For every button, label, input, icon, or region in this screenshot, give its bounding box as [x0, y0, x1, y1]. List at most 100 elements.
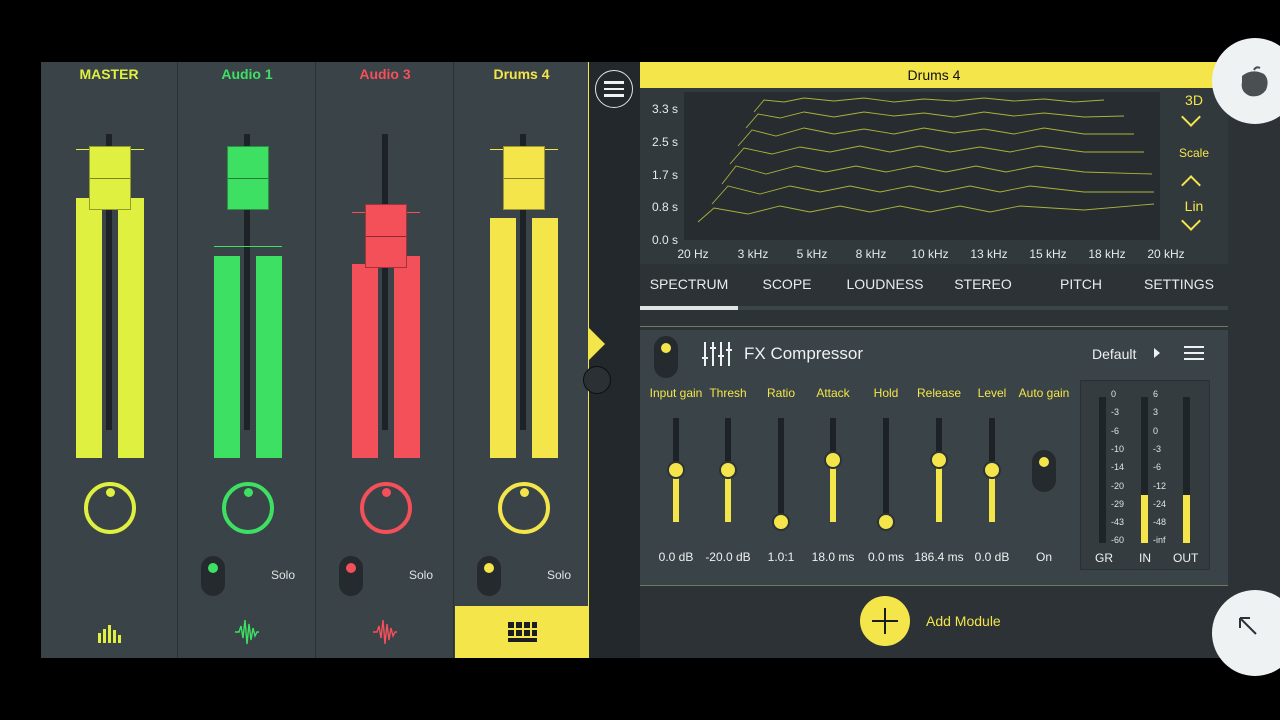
volume-fader[interactable]: [365, 204, 407, 268]
param-slider[interactable]: [667, 418, 685, 522]
param-label: Level: [977, 386, 1007, 400]
io-scale-tick: 6: [1153, 389, 1159, 399]
param-slider-knob[interactable]: [772, 513, 790, 531]
param-slider-knob[interactable]: [824, 450, 842, 469]
param-label: Ratio: [766, 386, 796, 400]
param-label: Release: [916, 386, 962, 400]
x-axis-label: 18 kHz: [1088, 247, 1126, 261]
pan-knob[interactable]: [84, 482, 136, 534]
strip-name: Audio 3: [359, 66, 411, 82]
io-scale-tick: -inf: [1153, 535, 1166, 546]
chevron-down-icon[interactable]: [1181, 107, 1201, 127]
pan-knob[interactable]: [222, 482, 274, 534]
tab-loudness[interactable]: LOUDNESS: [836, 266, 934, 306]
volume-fader[interactable]: [89, 146, 131, 210]
auto-gain-toggle[interactable]: [1032, 450, 1056, 492]
x-axis-label: 3 kHz: [737, 247, 769, 261]
strip-name: Audio 1: [221, 66, 273, 82]
param-value: 0.0 ms: [867, 550, 905, 564]
io-scale-tick: -48: [1153, 517, 1167, 528]
y-axis-label: 3.3 s: [652, 102, 679, 116]
scale-label: Scale: [1178, 146, 1210, 160]
param-slider[interactable]: [772, 418, 790, 531]
io-scale-tick: 0: [1153, 425, 1159, 436]
tab-spectrum[interactable]: SPECTRUM: [640, 266, 738, 306]
module-menu-button[interactable]: [1184, 346, 1204, 360]
param-value: 0.0 dB: [658, 550, 694, 564]
in-label: IN: [1139, 551, 1151, 565]
level-meter-left: [490, 218, 516, 458]
auto-gain-label: Auto gain: [1018, 386, 1070, 400]
volume-fader[interactable]: [503, 146, 545, 210]
waterfall-lines: [697, 97, 1155, 223]
volume-fader[interactable]: [227, 146, 269, 210]
mixer-panel: MASTER Audio 1 Solo Audio 3 Solo Drums 4…: [41, 62, 588, 658]
preset-selector[interactable]: Default: [1092, 346, 1136, 362]
plus-icon[interactable]: [860, 596, 910, 646]
io-scale-tick: -24: [1153, 498, 1167, 509]
param-slider-knob[interactable]: [877, 513, 895, 531]
strip-type-button[interactable]: [455, 606, 588, 658]
fader-track[interactable]: [382, 134, 388, 430]
param-slider[interactable]: [824, 418, 842, 522]
solo-label: Solo: [271, 568, 296, 582]
main-menu-button[interactable]: [595, 70, 633, 108]
gr-meter: [1099, 397, 1106, 543]
param-label: Input gain: [649, 386, 703, 400]
gr-scale-tick: -3: [1111, 407, 1120, 418]
effects-panel: Drums 4 3.3 s 2.5 s 1.7 s 0.8 s 0.0 s 20…: [640, 62, 1280, 658]
out-meter: [1183, 397, 1190, 543]
solo-toggle[interactable]: [201, 556, 225, 596]
chevron-down-icon[interactable]: [1181, 211, 1201, 231]
param-label: Thresh: [709, 386, 747, 400]
tab-scope[interactable]: SCOPE: [738, 266, 836, 306]
param-slider-knob[interactable]: [983, 461, 1001, 479]
level-meter-left: [352, 264, 378, 458]
strip-type-button[interactable]: [317, 606, 453, 658]
divider-drag-handle[interactable]: [583, 366, 611, 394]
module-enable-toggle[interactable]: [654, 336, 678, 378]
chevron-up-icon[interactable]: [1181, 175, 1201, 195]
level-meter-right: [256, 256, 282, 458]
tab-pitch[interactable]: PITCH: [1032, 266, 1130, 306]
arrow-up-left-icon: [1239, 617, 1257, 635]
strip-type-button[interactable]: [179, 606, 315, 658]
gr-label: GR: [1095, 551, 1113, 565]
tab-settings[interactable]: SETTINGS: [1130, 266, 1228, 306]
pan-knob[interactable]: [360, 482, 412, 534]
param-slider-knob[interactable]: [719, 461, 737, 479]
param-value: 18.0 ms: [811, 550, 855, 564]
collapse-arrow-icon[interactable]: [589, 328, 605, 360]
y-axis-label: 1.7 s: [652, 168, 679, 182]
x-axis-label: 20 Hz: [677, 247, 709, 261]
param-slider[interactable]: [983, 418, 1001, 522]
param-slider[interactable]: [877, 418, 895, 531]
gr-scale-tick: -60: [1111, 535, 1125, 546]
x-axis-label: 15 kHz: [1029, 247, 1067, 261]
param-slider-knob[interactable]: [667, 461, 685, 479]
analyzer-view-controls: 3D Scale Lin: [1160, 88, 1228, 264]
io-scale-tick: -3: [1153, 443, 1162, 454]
tab-stereo[interactable]: STEREO: [934, 266, 1032, 306]
solo-toggle[interactable]: [477, 556, 501, 596]
level-meter-left: [76, 198, 102, 458]
param-slider-knob[interactable]: [930, 450, 948, 469]
hamburger-icon: [604, 81, 624, 84]
add-module-label: Add Module: [926, 613, 1001, 629]
strip-type-button[interactable]: [41, 606, 177, 658]
solo-label: Solo: [547, 568, 572, 582]
x-axis-label: 8 kHz: [855, 247, 887, 261]
io-scale-tick: -6: [1153, 462, 1162, 473]
param-value: 186.4 ms: [914, 550, 964, 564]
strip-name: MASTER: [79, 66, 139, 82]
analyzer-tabs: SPECTRUM SCOPE LOUDNESS STEREO PITCH SET…: [640, 266, 1228, 310]
add-module-button[interactable]: Add Module: [860, 596, 1001, 646]
waterfall-plot[interactable]: [684, 92, 1160, 240]
solo-toggle[interactable]: [339, 556, 363, 596]
param-slider[interactable]: [930, 418, 948, 522]
param-slider[interactable]: [719, 418, 737, 522]
pan-knob[interactable]: [498, 482, 550, 534]
module-title: FX Compressor: [744, 344, 864, 363]
mixer-strip-audio-3: Audio 3 Solo: [317, 62, 454, 658]
preset-arrow-icon[interactable]: [1154, 348, 1160, 358]
